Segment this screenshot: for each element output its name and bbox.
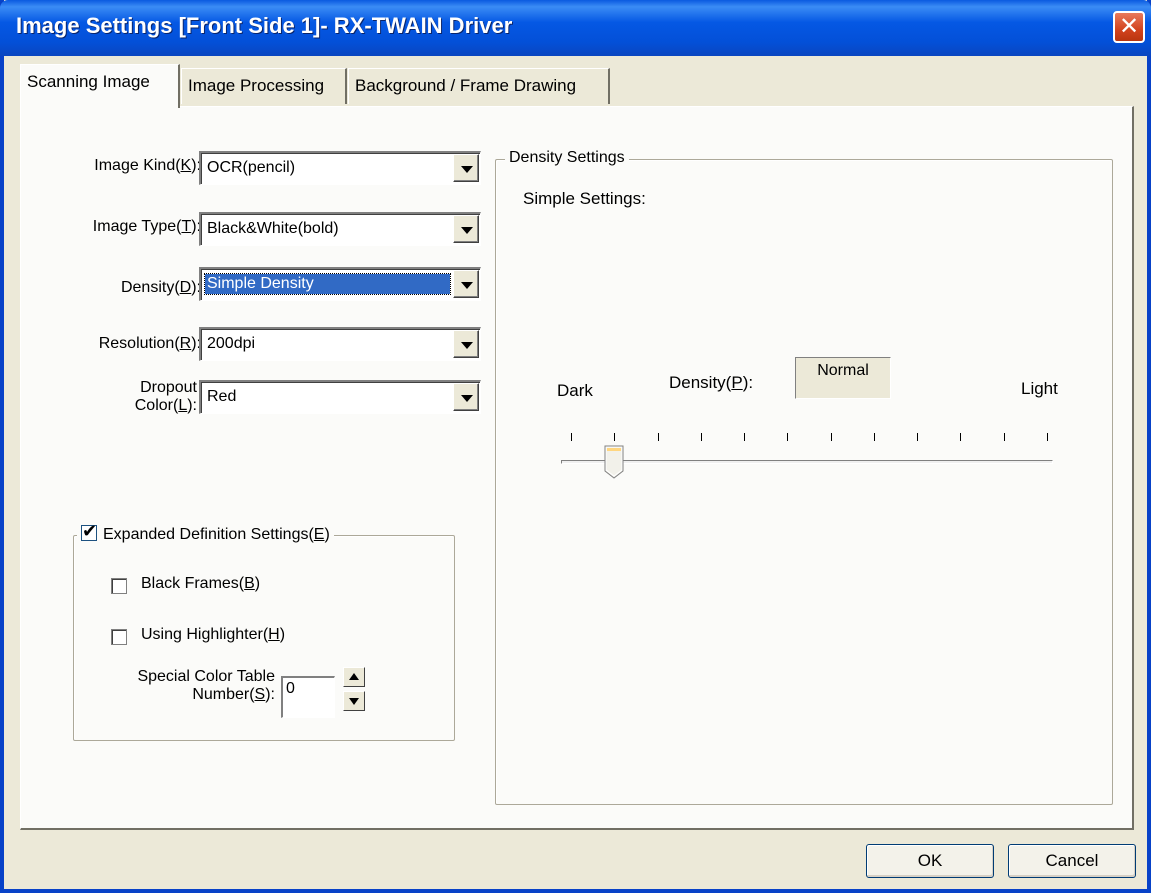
tab-label: Background / Frame Drawing xyxy=(355,76,577,95)
slider-tick xyxy=(830,433,832,441)
dropout-color-label: Dropout Color(L): xyxy=(134,379,197,414)
image-kind-select[interactable]: OCR(pencil) xyxy=(199,151,481,185)
chevron-down-icon[interactable] xyxy=(453,154,479,182)
slider-tick xyxy=(744,433,746,441)
tab-label: Image Processing xyxy=(188,76,325,95)
dialog-window: Image Settings [Front Side 1]- RX-TWAIN … xyxy=(0,0,1151,893)
window-title: Image Settings [Front Side 1]- RX-TWAIN … xyxy=(16,13,513,38)
resolution-value: 200dpi xyxy=(207,335,256,352)
chevron-down-icon[interactable] xyxy=(453,383,479,411)
image-type-select[interactable]: Black&White(bold) xyxy=(199,212,481,246)
scanning-image-panel: Image Kind(K): OCR(pencil) Image Type(T)… xyxy=(20,106,1134,830)
image-type-label: Image Type(T): xyxy=(92,218,201,235)
slider-tick xyxy=(657,433,659,441)
slider-tick xyxy=(787,433,789,441)
chevron-down-icon[interactable] xyxy=(453,270,479,298)
slider-tick xyxy=(960,433,962,441)
resolution-select[interactable]: 200dpi xyxy=(199,327,481,361)
dark-label: Dark xyxy=(557,381,593,400)
highlighter-label[interactable]: Using Highlighter(H) xyxy=(141,626,285,644)
spin-down-icon[interactable] xyxy=(343,691,365,711)
image-kind-label: Image Kind(K): xyxy=(94,157,201,174)
chevron-down-icon[interactable] xyxy=(453,215,479,243)
density-value-display: Normal xyxy=(795,357,891,399)
highlighter-checkbox[interactable] xyxy=(111,629,127,645)
slider-tick xyxy=(917,433,919,441)
slider-tick xyxy=(571,433,572,441)
density-settings-group xyxy=(495,159,1113,805)
image-kind-value: OCR(pencil) xyxy=(207,159,296,176)
black-frames-label[interactable]: Black Frames(B) xyxy=(141,575,260,593)
tab-scanning-image[interactable]: Scanning Image xyxy=(20,64,180,108)
slider-tick xyxy=(614,433,616,441)
slider-tick xyxy=(873,433,875,441)
density-settings-legend: Density Settings xyxy=(505,149,629,167)
black-frames-checkbox[interactable] xyxy=(111,578,127,594)
spin-up-icon[interactable] xyxy=(343,667,365,687)
density-slider-track[interactable] xyxy=(561,460,1053,464)
density-label: Density(D): xyxy=(120,279,201,296)
tab-label: Scanning Image xyxy=(27,72,150,91)
expanded-settings-checkbox[interactable] xyxy=(81,521,97,542)
density-slider-label: Density(P): xyxy=(669,373,754,392)
title-bar[interactable]: Image Settings [Front Side 1]- RX-TWAIN … xyxy=(0,0,1151,56)
slider-tick xyxy=(1047,433,1048,441)
tab-image-processing[interactable]: Image Processing xyxy=(181,68,347,104)
dropout-color-value: Red xyxy=(207,388,237,405)
density-select[interactable]: Simple Density xyxy=(199,267,481,301)
cancel-button[interactable]: Cancel xyxy=(1008,844,1136,878)
dropout-color-select[interactable]: Red xyxy=(199,380,481,414)
tab-background-frame-drawing[interactable]: Background / Frame Drawing xyxy=(348,68,610,104)
image-type-value: Black&White(bold) xyxy=(207,220,339,237)
close-icon: ✕ xyxy=(1118,12,1140,40)
simple-settings-label: Simple Settings: xyxy=(523,189,646,208)
chevron-down-icon[interactable] xyxy=(453,330,479,358)
density-slider-thumb[interactable] xyxy=(604,445,624,479)
light-label: Light xyxy=(1021,379,1058,398)
resolution-label: Resolution(R): xyxy=(98,335,201,352)
close-button[interactable]: ✕ xyxy=(1113,11,1145,43)
density-value: Simple Density xyxy=(204,273,451,295)
color-table-input[interactable]: 0 xyxy=(281,676,335,718)
ok-button[interactable]: OK xyxy=(866,844,994,878)
slider-tick xyxy=(1003,433,1005,441)
color-table-label: Special Color Table Number(S): xyxy=(137,668,275,703)
expanded-settings-legend[interactable]: Expanded Definition Settings(E) xyxy=(77,521,334,544)
slider-tick xyxy=(700,433,702,441)
